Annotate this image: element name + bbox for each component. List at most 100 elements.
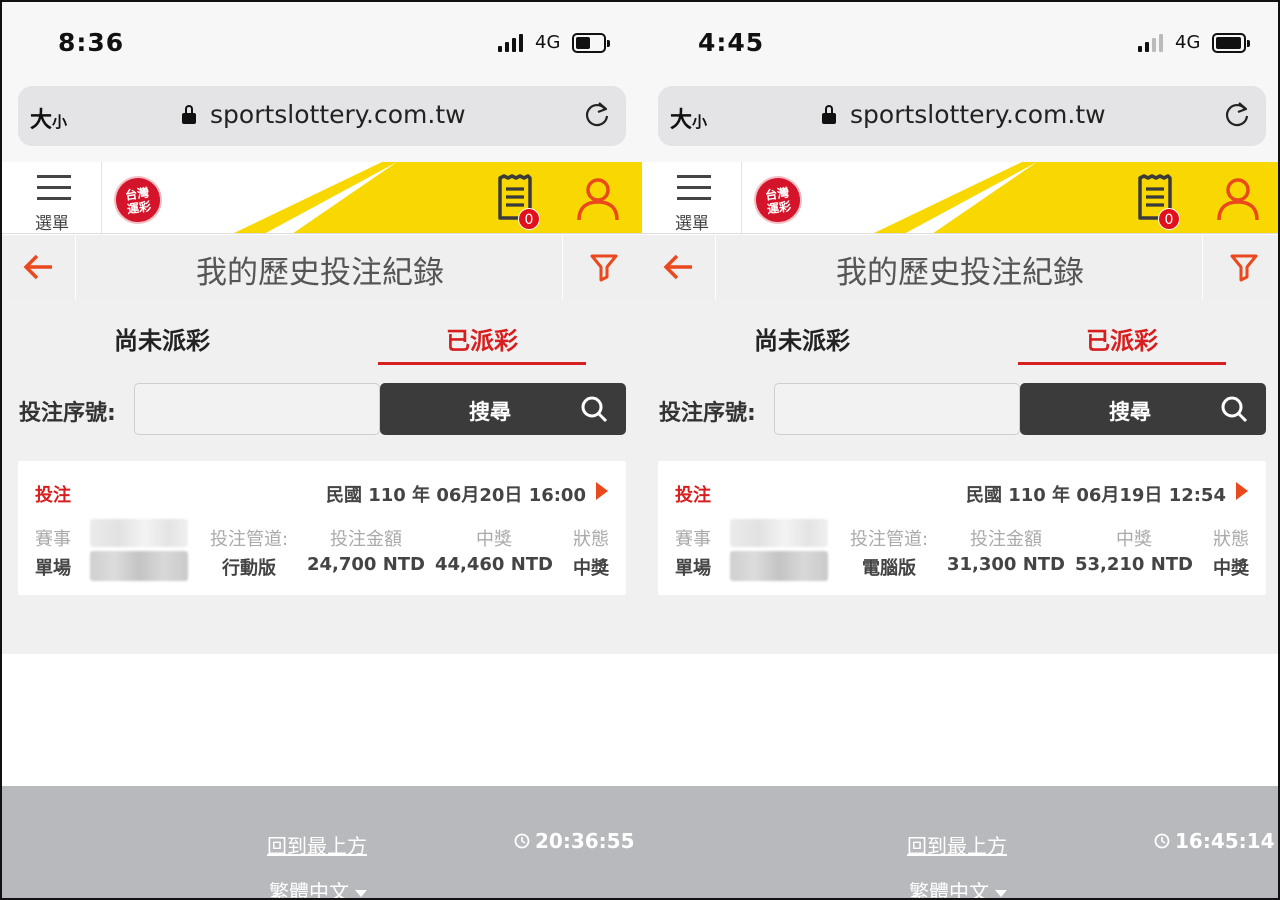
bet-record-card[interactable]: 投注 民國 110 年 06月20日 16:00 賽事 投注管道: 投注金額 中…: [18, 461, 626, 595]
main-content: 尚未派彩 已派彩 投注序號: 搜尋 投注 民國 110 年 06月19日 12:…: [642, 299, 1278, 654]
clock-icon: [514, 833, 530, 849]
tab-pending[interactable]: 尚未派彩: [58, 321, 266, 365]
back-to-top-link[interactable]: 回到最上方: [267, 830, 367, 859]
header-event: 賽事: [675, 529, 711, 550]
battery-icon: [1212, 33, 1250, 53]
record-type: 投注: [675, 485, 711, 506]
status-bar: 8:36 4G: [2, 2, 642, 82]
network-label: 4G: [535, 32, 561, 53]
value-event: 單場: [675, 558, 711, 579]
menu-label: 選單: [35, 214, 69, 234]
value-status: 中獎: [573, 558, 609, 579]
header-event: 賽事: [35, 529, 71, 550]
tab-settled[interactable]: 已派彩: [378, 321, 586, 365]
menu-label: 選單: [675, 214, 709, 234]
page-title-bar: 我的歷史投注紀錄: [2, 235, 642, 299]
clock-time: 16:45:14: [1175, 829, 1275, 853]
blank-area: [2, 654, 642, 786]
back-arrow-icon: [663, 254, 692, 280]
search-icon: [581, 396, 608, 423]
header-status: 狀態: [1213, 529, 1249, 550]
caret-down-icon: [355, 890, 367, 897]
value-event: 單場: [35, 558, 71, 579]
battery-icon: [572, 33, 610, 53]
expand-arrow-icon[interactable]: [596, 482, 608, 500]
lock-icon: [182, 105, 196, 124]
clock-time: 20:36:55: [535, 829, 635, 853]
clock-icon: [1154, 833, 1170, 849]
value-status: 中獎: [1213, 558, 1249, 579]
address-bar[interactable]: 大小 sportslottery.com.tw: [658, 86, 1266, 146]
hamburger-icon: [37, 175, 71, 201]
main-content: 尚未派彩 已派彩 投注序號: 搜尋 投注 民國 110 年 06月20日 16:…: [2, 299, 642, 654]
serial-input[interactable]: [774, 383, 1020, 435]
serial-input[interactable]: [134, 383, 380, 435]
tab-pending[interactable]: 尚未派彩: [698, 321, 906, 365]
record-type: 投注: [35, 485, 71, 506]
signal-icon: [1138, 34, 1166, 52]
cart-count-badge: 0: [518, 208, 540, 230]
search-icon: [1221, 396, 1248, 423]
page-title: 我的歷史投注紀錄: [196, 255, 444, 291]
site-header: 選單 台灣運彩 0: [2, 162, 642, 234]
search-button[interactable]: 搜尋: [380, 383, 626, 435]
status-bar: 4:45 4G: [642, 2, 1278, 82]
back-button[interactable]: [2, 235, 76, 299]
tab-settled[interactable]: 已派彩: [1018, 321, 1226, 365]
caret-down-icon: [995, 890, 1007, 897]
browser-bar: 大小 sportslottery.com.tw: [642, 82, 1278, 162]
header-status: 狀態: [573, 529, 609, 550]
record-datetime: 民國 110 年 06月19日 12:54: [965, 485, 1226, 506]
bet-record-card[interactable]: 投注 民國 110 年 06月19日 12:54 賽事 投注管道: 投注金額 中…: [658, 461, 1266, 595]
url-text[interactable]: sportslottery.com.tw: [850, 100, 1106, 129]
site-header: 選單 台灣運彩 0: [642, 162, 1278, 234]
language-selector[interactable]: 繁體中文: [909, 876, 1007, 898]
search-button[interactable]: 搜尋: [1020, 383, 1266, 435]
address-bar[interactable]: 大小 sportslottery.com.tw: [18, 86, 626, 146]
filter-button[interactable]: [562, 235, 642, 299]
back-arrow-icon: [23, 254, 52, 280]
value-channel: 行動版: [222, 558, 276, 579]
expand-arrow-icon[interactable]: [1236, 482, 1248, 500]
header-channel: 投注管道:: [849, 529, 929, 550]
reload-icon[interactable]: [1222, 100, 1252, 130]
url-text[interactable]: sportslottery.com.tw: [210, 100, 466, 129]
hamburger-icon: [677, 175, 711, 201]
back-to-top-link[interactable]: 回到最上方: [907, 830, 1007, 859]
text-size-button[interactable]: 大小: [670, 102, 707, 134]
status-time: 8:36: [58, 28, 125, 57]
text-size-button[interactable]: 大小: [30, 102, 67, 134]
footer: 回到最上方 16:45:14 繁體中文: [642, 786, 1278, 898]
browser-bar: 大小 sportslottery.com.tw: [2, 82, 642, 162]
serial-label: 投注序號:: [659, 401, 756, 426]
status-time: 4:45: [698, 28, 765, 57]
redacted-event-name: [90, 519, 188, 547]
record-datetime: 民國 110 年 06月20日 16:00: [325, 485, 586, 506]
user-icon[interactable]: [1215, 176, 1261, 222]
search-button-label: 搜尋: [1109, 400, 1151, 424]
signal-icon: [498, 34, 526, 52]
network-label: 4G: [1175, 32, 1201, 53]
header-channel: 投注管道:: [209, 529, 289, 550]
value-channel: 電腦版: [862, 558, 916, 579]
language-selector[interactable]: 繁體中文: [269, 876, 367, 898]
page-title: 我的歷史投注紀錄: [836, 255, 1084, 291]
phone-pane: 4:45 4G 大小 sportslottery.com.tw 選單 台灣運彩: [642, 2, 1278, 898]
menu-button[interactable]: 選單: [2, 162, 102, 234]
filter-icon: [590, 254, 618, 282]
redacted-event-detail: [730, 551, 828, 581]
blank-area: [642, 654, 1278, 786]
redacted-event-detail: [90, 551, 188, 581]
user-icon[interactable]: [575, 176, 621, 222]
back-button[interactable]: [642, 235, 716, 299]
screenshot-frame: 8:36 4G 大小 sportslottery.com.tw 選單 台灣運彩: [0, 0, 1280, 900]
redacted-event-name: [730, 519, 828, 547]
cart-count-badge: 0: [1158, 208, 1180, 230]
lock-icon: [822, 105, 836, 124]
reload-icon[interactable]: [582, 100, 612, 130]
serial-label: 投注序號:: [19, 401, 116, 426]
footer: 回到最上方 20:36:55 繁體中文: [2, 786, 642, 898]
menu-button[interactable]: 選單: [642, 162, 742, 234]
page-title-bar: 我的歷史投注紀錄: [642, 235, 1278, 299]
filter-button[interactable]: [1202, 235, 1278, 299]
